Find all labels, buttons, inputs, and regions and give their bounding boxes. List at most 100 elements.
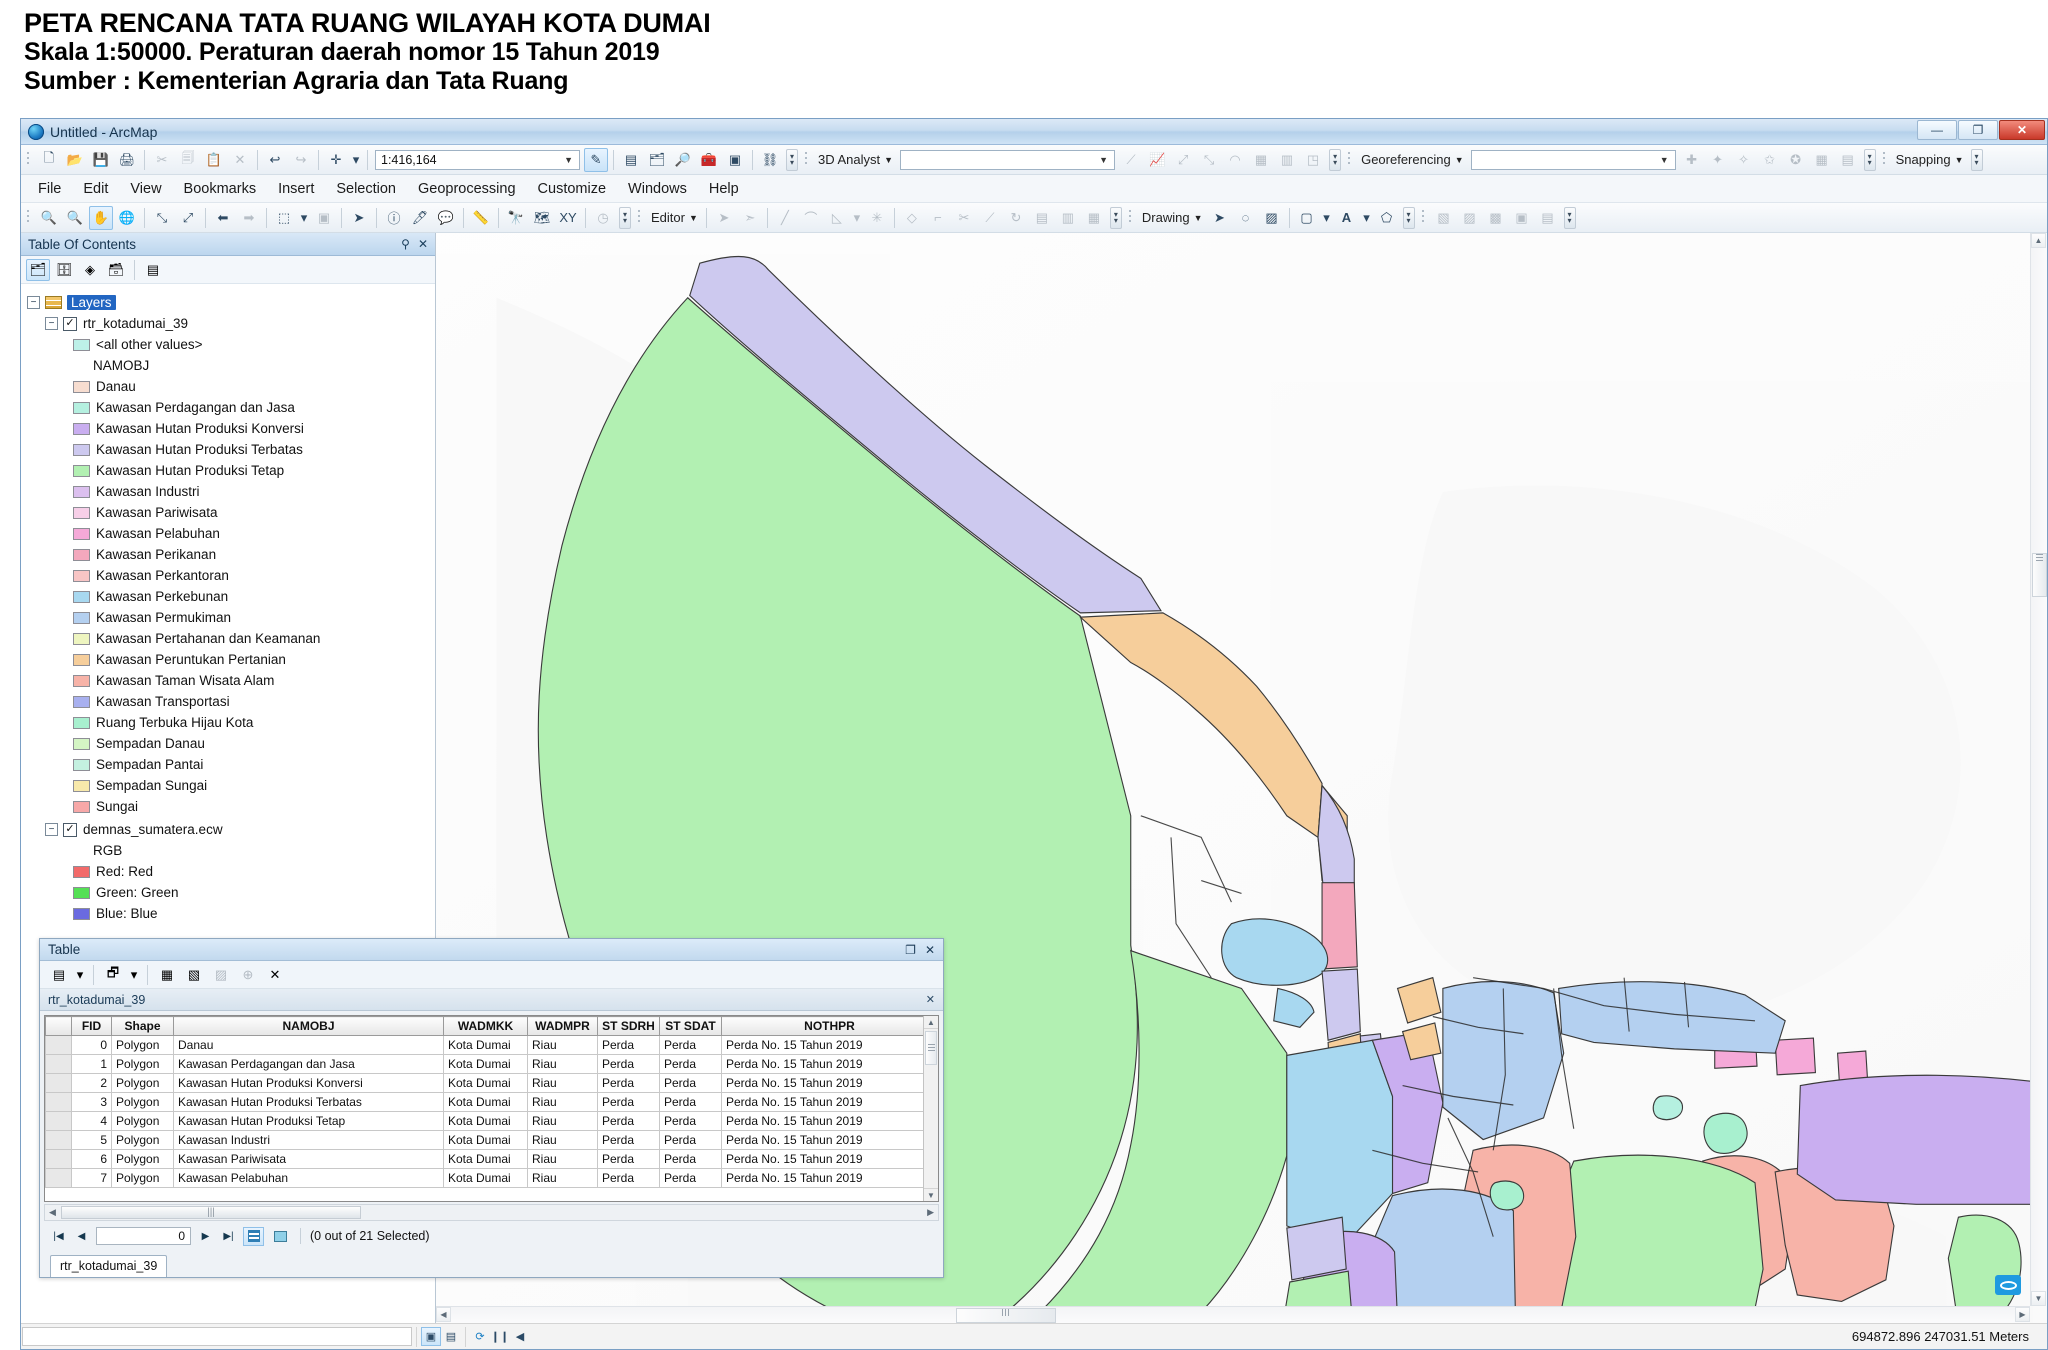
table-options-icon[interactable]: ▤ xyxy=(47,964,71,986)
time-slider-icon[interactable]: ◷ xyxy=(591,206,615,230)
toc-class-item[interactable]: Kawasan Hutan Produksi Konversi xyxy=(21,418,435,439)
table-row[interactable]: 6 Polygon Kawasan Pariwisata Kota Dumai Riau… xyxy=(45,1149,938,1169)
delete-icon[interactable]: ✕ xyxy=(228,148,252,172)
symbol-swatch[interactable] xyxy=(73,632,90,645)
toc-class-all-other-values[interactable]: <all other values> xyxy=(21,334,435,355)
collapse-icon[interactable]: − xyxy=(45,317,58,330)
row-selector-cell[interactable] xyxy=(45,1168,72,1188)
open-folder-icon[interactable]: 📂 xyxy=(63,148,87,172)
table-cell[interactable]: Perda xyxy=(597,1035,660,1055)
toolbar-overflow-icon[interactable]: ▾ ▾ xyxy=(619,206,631,229)
table-cell[interactable]: Perda xyxy=(659,1054,722,1074)
symbol-swatch[interactable] xyxy=(73,422,90,435)
table-cell[interactable]: Perda No. 15 Tahun 2019 xyxy=(721,1035,938,1055)
scroll-up-icon[interactable]: ▲ xyxy=(924,1016,938,1029)
table-cell[interactable]: Riau xyxy=(527,1092,598,1112)
band-swatch[interactable] xyxy=(73,865,90,878)
pan-icon[interactable]: ✋ xyxy=(89,205,113,230)
toc-class-item[interactable]: Sempadan Sungai xyxy=(21,775,435,796)
straight-segment-icon[interactable]: ╱ xyxy=(773,206,797,230)
row-selector-header[interactable] xyxy=(45,1016,72,1036)
refresh-icon[interactable]: ⟳ xyxy=(470,1327,490,1346)
options-icon[interactable]: ▤ xyxy=(141,259,165,281)
copy-icon[interactable]: 🗐 xyxy=(176,148,200,172)
select-elements-icon[interactable]: ➤ xyxy=(1208,206,1232,230)
table-row[interactable]: 4 Polygon Kawasan Hutan Produksi Tetap Kota… xyxy=(45,1111,938,1131)
current-record-input[interactable]: 0 xyxy=(96,1227,191,1245)
row-selector-cell[interactable] xyxy=(45,1054,72,1074)
create-features-icon[interactable]: ▦ xyxy=(1082,206,1106,230)
table-cell[interactable]: Kawasan Pariwisata xyxy=(173,1149,444,1169)
midpoint-icon[interactable]: ✳ xyxy=(865,206,889,230)
scroll-left-icon[interactable]: ◀ xyxy=(436,1307,451,1322)
symbol-swatch[interactable] xyxy=(73,527,90,540)
font-color-icon[interactable]: A xyxy=(1335,206,1359,230)
table-row[interactable]: 2 Polygon Kawasan Hutan Produksi Konversi K… xyxy=(45,1073,938,1093)
clear-selection-icon[interactable]: ⊕ xyxy=(236,964,260,986)
column-header-fid[interactable]: FID xyxy=(71,1016,112,1036)
fixed-zoom-in-icon[interactable]: ⤡ xyxy=(150,206,174,230)
menu-edit[interactable]: Edit xyxy=(72,178,119,200)
edit-vertices-icon[interactable]: ◇ xyxy=(900,206,924,230)
map-horizontal-scrollbar[interactable]: ◀ ▶ xyxy=(436,1306,2030,1323)
show-all-records-button[interactable] xyxy=(243,1226,264,1246)
toc-layer-rtr-kotadumai-39[interactable]: − ✓ rtr_kotadumai_39 xyxy=(21,313,435,334)
menu-customize[interactable]: Customize xyxy=(527,178,618,200)
georeferencing-menu[interactable]: Georeferencing ▼ xyxy=(1357,152,1468,167)
toc-class-item[interactable]: Kawasan Perkebunan xyxy=(21,586,435,607)
table-cell[interactable]: Perda No. 15 Tahun 2019 xyxy=(721,1054,938,1074)
menu-bookmarks[interactable]: Bookmarks xyxy=(173,178,268,200)
column-header-stsdrh[interactable]: ST SDRH xyxy=(597,1016,660,1036)
row-selector-cell[interactable] xyxy=(45,1130,72,1150)
rotate-icon[interactable]: ✦ xyxy=(1706,148,1730,172)
table-cell[interactable]: Perda xyxy=(659,1149,722,1169)
table-cell[interactable]: Perda xyxy=(597,1168,660,1188)
symbol-swatch[interactable] xyxy=(73,611,90,624)
close-icon[interactable]: ✕ xyxy=(418,237,428,251)
toc-band-item[interactable]: Green: Green xyxy=(21,882,435,903)
toc-class-item[interactable]: Kawasan Perikanan xyxy=(21,544,435,565)
table-cell[interactable]: Perda xyxy=(659,1035,722,1055)
menu-help[interactable]: Help xyxy=(698,178,750,200)
trace-dropdown-icon[interactable]: ▾ xyxy=(851,206,863,230)
table-cell[interactable]: 2 xyxy=(71,1073,112,1093)
snapping-menu[interactable]: Snapping ▼ xyxy=(1892,152,1968,167)
search-icon[interactable]: 🔎 xyxy=(671,148,695,172)
cut-icon[interactable]: ✂ xyxy=(150,148,174,172)
table-cell[interactable]: Kota Dumai xyxy=(443,1130,528,1150)
table-cell[interactable]: Perda xyxy=(597,1130,660,1150)
python-window-icon[interactable]: ▣ xyxy=(723,148,747,172)
toc-class-item[interactable]: Kawasan Perkantoran xyxy=(21,565,435,586)
maximize-button[interactable]: ❐ xyxy=(1958,120,1998,140)
table-cell[interactable]: Kota Dumai xyxy=(443,1092,528,1112)
table-row[interactable]: 3 Polygon Kawasan Hutan Produksi Terbatas K… xyxy=(45,1092,938,1112)
table-cell[interactable]: Riau xyxy=(527,1168,598,1188)
chevron-down-icon[interactable]: ▼ xyxy=(689,213,698,223)
table-cell[interactable]: Perda xyxy=(597,1073,660,1093)
table-cell[interactable]: 5 xyxy=(71,1130,112,1150)
scale-icon[interactable]: ✧ xyxy=(1732,148,1756,172)
table-bottom-tab[interactable]: rtr_kotadumai_39 xyxy=(50,1255,168,1277)
table-cell[interactable]: Riau xyxy=(527,1073,598,1093)
georef-tool-2-icon[interactable]: ▨ xyxy=(1458,206,1482,230)
table-cell[interactable]: Kawasan Hutan Produksi Konversi xyxy=(173,1073,444,1093)
symbol-swatch[interactable] xyxy=(73,338,90,351)
chevron-down-icon[interactable]: ▼ xyxy=(1455,155,1464,165)
map-vscroll-thumb[interactable] xyxy=(2032,553,2047,597)
back-extent-icon[interactable]: ⬅ xyxy=(211,206,235,230)
full-extent-icon[interactable]: 🌐 xyxy=(115,206,139,230)
rotate-element-icon[interactable]: ◌ xyxy=(1234,206,1258,230)
related-tables-dropdown-icon[interactable]: ▾ xyxy=(128,964,140,986)
scroll-up-icon[interactable]: ▲ xyxy=(2031,233,2046,248)
table-row[interactable]: 1 Polygon Kawasan Perdagangan dan Jasa Kota… xyxy=(45,1054,938,1074)
first-record-button[interactable]: |◀ xyxy=(50,1228,67,1245)
menu-geoprocessing[interactable]: Geoprocessing xyxy=(407,178,527,200)
editor-menu[interactable]: Editor ▼ xyxy=(647,210,702,225)
tin-editing-icon[interactable]: ▥ xyxy=(1275,148,1299,172)
table-cell[interactable]: Perda xyxy=(597,1149,660,1169)
data-view-icon[interactable]: ▣ xyxy=(421,1327,441,1346)
scroll-right-icon[interactable]: ▶ xyxy=(927,1207,934,1218)
fixed-zoom-out-icon[interactable]: ⤢ xyxy=(176,206,200,230)
table-cell[interactable]: Kota Dumai xyxy=(443,1054,528,1074)
arcscene-icon[interactable]: ◳ xyxy=(1301,148,1325,172)
